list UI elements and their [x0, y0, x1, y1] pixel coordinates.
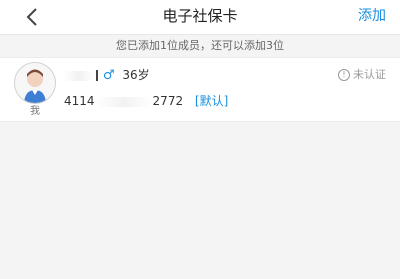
info-icon: ! — [338, 69, 350, 81]
avatar — [14, 62, 56, 104]
name-redaction — [64, 70, 94, 81]
top-bar: 电子社保卡 添加 — [0, 0, 400, 35]
gender-icon: ♂ — [102, 68, 115, 83]
member-id-line: 4114 2772 [默认] — [64, 92, 228, 108]
id-suffix: 2772 — [152, 94, 184, 108]
relation-label: 我 — [30, 106, 40, 117]
avatar-container — [14, 62, 56, 104]
id-redaction — [94, 96, 153, 107]
member-age: 36岁 — [122, 68, 150, 82]
default-tag: [默认] — [194, 94, 229, 108]
page-title: 电子社保卡 — [162, 7, 238, 25]
id-prefix: 4114 — [64, 94, 95, 108]
add-member-button[interactable]: 添加 — [358, 0, 386, 33]
member-name-line: ♂ 36岁 — [64, 66, 150, 83]
member-limit-notice: 您已添加1位成员，还可以添加3位 — [0, 35, 400, 57]
user-avatar-icon — [15, 63, 55, 103]
member-card[interactable]: 我 ♂ 36岁 4114 2772 [默认] ! 未认证 — [0, 57, 400, 122]
status-text: 未认证 — [353, 68, 386, 81]
verification-status: ! 未认证 — [338, 66, 386, 82]
name-fragment — [96, 70, 98, 81]
